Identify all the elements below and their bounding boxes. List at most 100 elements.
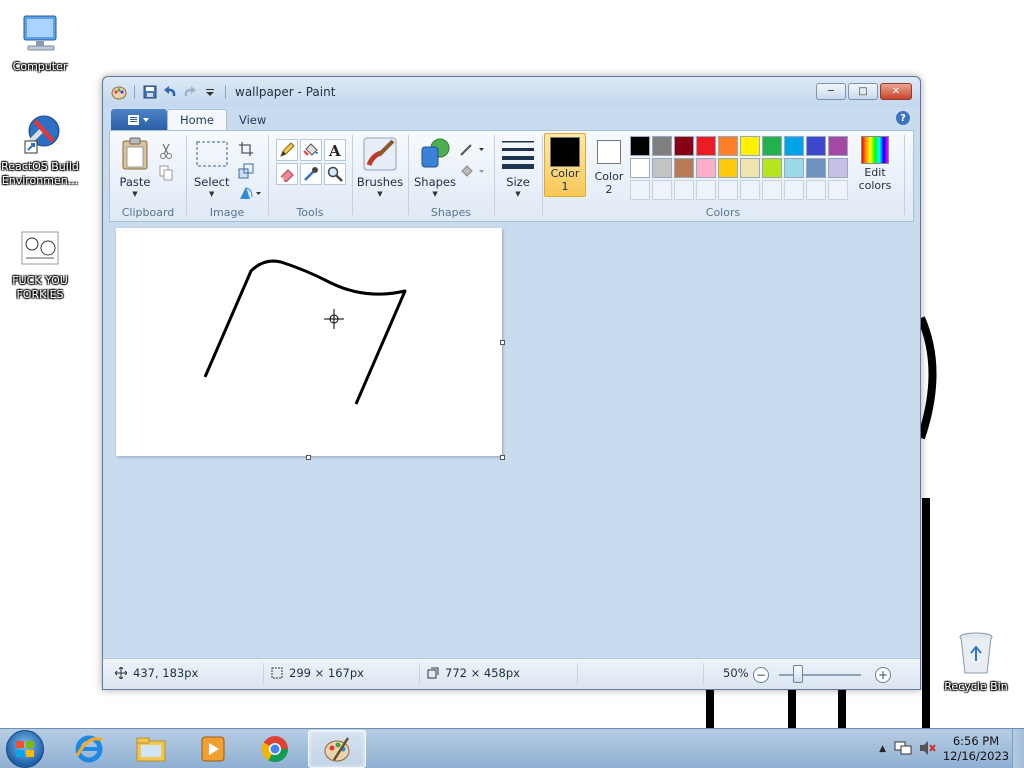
copy-icon[interactable] [156,163,176,183]
chrome-icon[interactable] [246,730,304,768]
zoom-slider-track[interactable] [779,674,861,676]
group-separator [542,135,543,215]
undo-icon[interactable] [162,84,178,100]
desktop-icon-meme-image[interactable]: FUCK YOU FORKIES [0,224,80,302]
redo-icon[interactable] [182,84,198,100]
desktop-icon-computer[interactable]: Computer [0,10,80,74]
resize-icon[interactable] [236,161,256,181]
colors-group: Colors [544,133,902,219]
shapes-group: Shapes ▼ Shapes [410,133,492,219]
pencil-icon[interactable] [276,139,298,161]
eraser-icon[interactable] [276,163,298,185]
media-player-icon[interactable] [184,730,242,768]
window-title: wallpaper - Paint [235,85,336,99]
tools-grid: A [276,139,346,185]
status-separator [263,663,264,685]
paste-label: Paste [119,175,151,189]
title-bar[interactable]: wallpaper - Paint ─ □ ✕ [103,77,920,107]
paste-button[interactable]: Paste ▼ [118,137,152,198]
status-bar: 437, 183px 299 × 167px 772 × 458px 50% −… [103,658,920,689]
internet-explorer-icon[interactable] [60,730,118,768]
zoom-level: 50% [723,666,749,680]
shapes-button[interactable]: Shapes ▼ [414,137,456,198]
save-icon[interactable] [142,84,158,100]
zoom-out-button[interactable]: − [753,667,769,683]
crop-icon[interactable] [236,139,256,159]
group-name: Colors [705,206,741,219]
volume-muted-icon[interactable] [918,740,936,759]
help-button[interactable]: ? [896,111,910,125]
magnifier-icon[interactable] [324,163,346,185]
paint-menu-button[interactable] [111,109,167,130]
shapes-label: Shapes [414,175,457,189]
resize-handle-right[interactable] [500,340,505,345]
qat-separator [225,85,226,99]
clock[interactable]: 6:56 PM 12/16/2023 [940,734,1012,764]
fill-icon[interactable] [458,161,486,181]
desktop-icon-recycle-bin[interactable]: Recycle Bin [936,630,1016,694]
line-size-icon [501,137,535,171]
canvas-drawing [203,259,407,405]
customize-dropdown-icon[interactable] [202,84,218,100]
group-name: Shapes [430,206,472,219]
select-icon [195,137,229,171]
outline-icon[interactable] [458,139,486,159]
size-button[interactable]: Size ▼ [498,137,538,198]
maximize-button[interactable]: □ [848,83,878,100]
qat-separator [134,85,135,99]
network-icon[interactable] [894,740,912,759]
move-cursor-icon [115,667,127,679]
show-hidden-icons-icon[interactable]: ▲ [879,744,886,754]
desktop-icon-reactos-build[interactable]: ReactOS Build Environmen... [0,110,80,188]
drawing-canvas[interactable] [116,228,505,460]
show-desktop-button[interactable] [1012,729,1024,768]
minimize-button[interactable]: ─ [816,83,846,100]
rotate-icon[interactable] [236,183,264,203]
fill-bucket-icon[interactable] [300,139,322,161]
close-button[interactable]: ✕ [880,83,912,100]
desktop-icon-label: ReactOS Build Environmen... [1,160,79,187]
group-separator [186,135,187,215]
ribbon-tabs: Home View [111,108,278,130]
recycle-bin-icon [952,630,1000,678]
system-tray: ▲ 6:56 PM 12/16/2023 [879,729,1024,768]
group-name: Clipboard [121,206,175,219]
image-size: 772 × 458px [427,666,520,680]
tab-home[interactable]: Home [167,109,227,130]
group-separator [268,135,269,215]
meme-image-icon [16,224,64,272]
status-separator [577,663,578,685]
paint-app-icon[interactable] [111,84,127,100]
paint-icon[interactable] [308,730,366,768]
desktop-icon-label: FUCK YOU FORKIES [12,274,68,301]
group-separator [494,135,495,215]
chevron-down-icon: ▼ [132,190,138,198]
taskbar: ▲ 6:56 PM 12/16/2023 [0,728,1024,768]
paint-window: wallpaper - Paint ─ □ ✕ Home View ? Past… [102,76,921,690]
resize-handle-corner[interactable] [500,455,505,460]
group-separator [904,135,905,215]
cut-icon[interactable] [156,141,176,161]
color-picker-icon[interactable] [300,163,322,185]
zoom-slider-thumb[interactable] [793,665,803,683]
image-size-icon [427,667,439,679]
selection-size-icon [271,667,283,679]
status-separator [419,663,420,685]
start-button[interactable] [6,730,44,768]
brushes-label: Brushes [356,175,404,189]
canvas-workspace[interactable] [109,224,914,658]
clock-date: 12/16/2023 [942,749,1010,763]
tab-view[interactable]: View [227,109,278,130]
group-separator [408,135,409,215]
clipboard-group: Paste ▼ Clipboard [110,133,186,219]
file-explorer-icon[interactable] [122,730,180,768]
resize-handle-bottom[interactable] [306,455,311,460]
shapes-icon [418,137,452,171]
text-icon[interactable]: A [324,139,346,161]
clock-time: 6:56 PM [952,734,1000,748]
image-group: Select ▼ Image [188,133,266,219]
zoom-in-button[interactable]: + [875,667,891,683]
windows-logo-icon [16,741,34,757]
brushes-button[interactable]: Brushes ▼ [354,137,406,198]
select-button[interactable]: Select ▼ [194,137,229,198]
